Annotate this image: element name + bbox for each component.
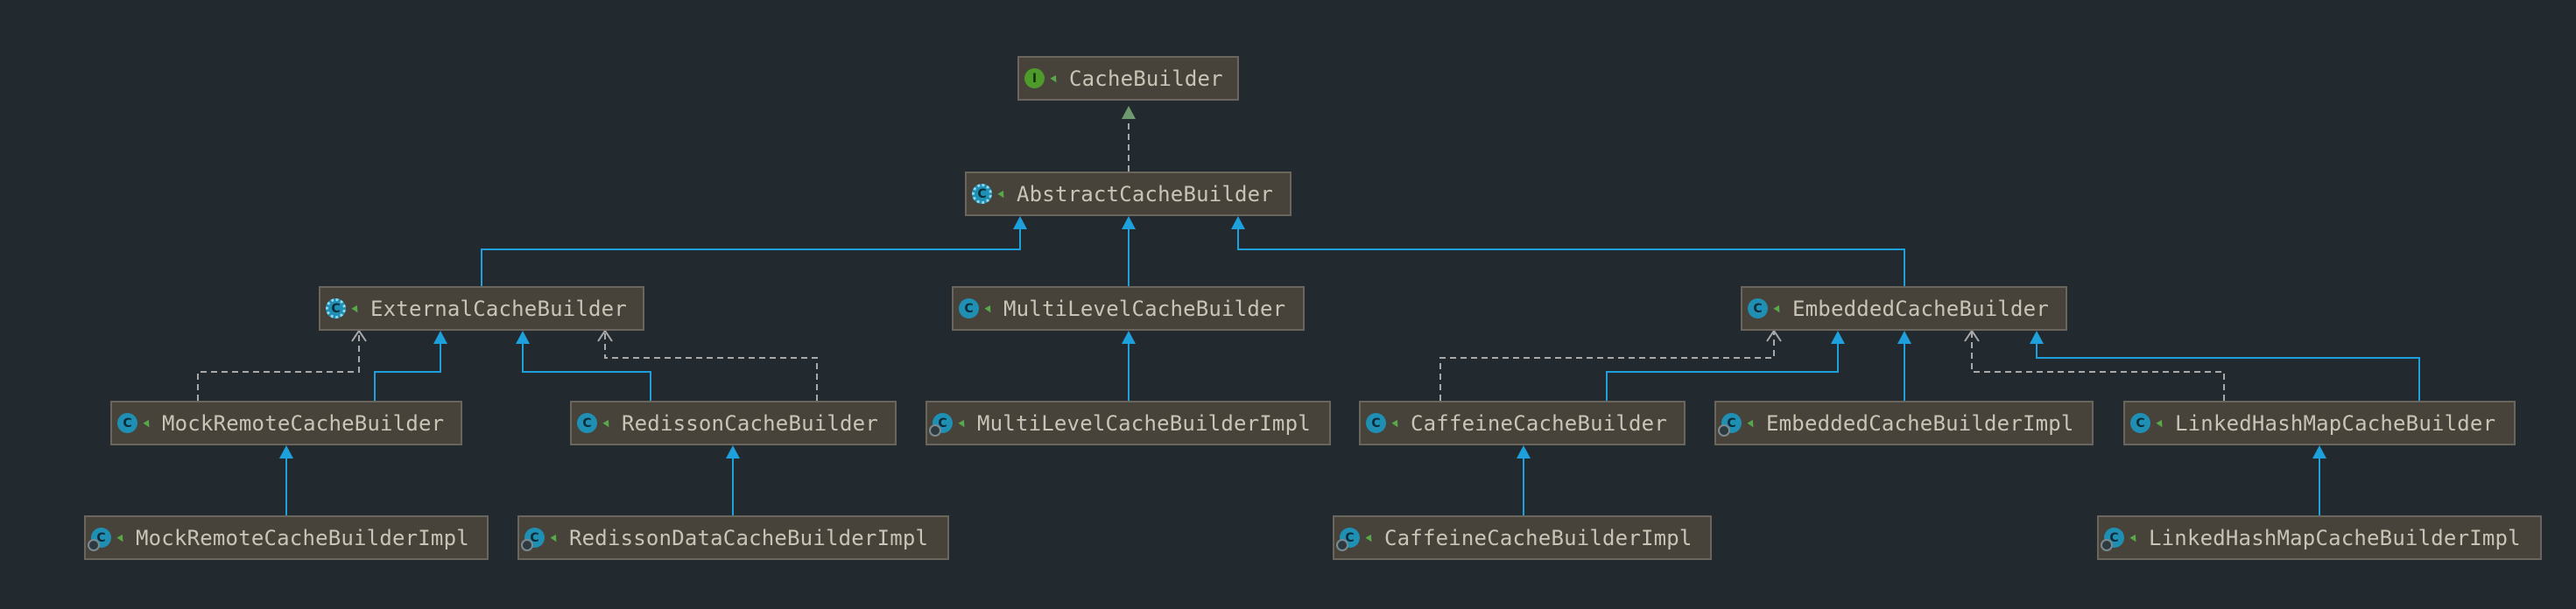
class-node-caffeine-cache-builder-impl[interactable]: C ▾ CaffeineCacheBuilderImpl xyxy=(1333,515,1712,560)
class-name-label: LinkedHashMapCacheBuilder xyxy=(2175,410,2496,436)
class-name-label: CaffeineCacheBuilderImpl xyxy=(1384,525,1693,550)
class-node-caffeine-cache-builder[interactable]: C ▾ CaffeineCacheBuilder xyxy=(1359,401,1686,445)
abstract-class-icon: C xyxy=(326,298,346,318)
static-class-icon: C xyxy=(1336,528,1360,551)
static-class-icon: C xyxy=(88,528,111,551)
class-icon: C xyxy=(2130,413,2150,433)
extends-arrowhead xyxy=(1517,445,1531,458)
kind-glyph: C xyxy=(123,416,132,430)
class-name-label: RedissonCacheBuilder xyxy=(622,410,878,436)
static-class-icon: C xyxy=(2101,528,2124,551)
class-name-label: MockRemoteCacheBuilder xyxy=(162,410,445,436)
abstract-class-icon: C xyxy=(972,184,992,204)
class-node-multi-level-cache-builder-impl[interactable]: C ▾ MultiLevelCacheBuilderImpl xyxy=(926,401,1331,445)
class-name-label: MultiLevelCacheBuilder xyxy=(1003,296,1286,321)
extends-arrowhead xyxy=(2312,445,2326,458)
static-marker-icon xyxy=(2101,539,2113,551)
class-name-label: MockRemoteCacheBuilderImpl xyxy=(136,525,469,550)
uml-class-diagram: I ▾ CacheBuilder C ▾ AbstractCacheBuilder C ▾ Ex… xyxy=(0,0,2576,609)
public-access-icon: ▾ xyxy=(114,528,128,547)
class-node-linked-hash-map-cache-builder-impl[interactable]: C ▾ LinkedHashMapCacheBuilderImpl xyxy=(2097,515,2542,560)
extends-arrowhead xyxy=(279,445,293,458)
edge-extends-mock-remote-cache-builder xyxy=(374,343,441,401)
class-name-label: EmbeddedCacheBuilderImpl xyxy=(1766,410,2074,436)
extends-arrowhead xyxy=(433,331,447,344)
public-access-icon: ▾ xyxy=(1047,69,1061,88)
class-name-label: CacheBuilder xyxy=(1069,66,1223,91)
class-name-label: CaffeineCacheBuilder xyxy=(1411,410,1667,436)
static-class-icon: C xyxy=(929,413,953,437)
class-icon: C xyxy=(1748,298,1768,318)
kind-glyph: C xyxy=(331,301,341,316)
kind-glyph: C xyxy=(964,301,974,316)
kind-glyph: C xyxy=(582,416,592,430)
class-node-multi-level-cache-builder[interactable]: C ▾ MultiLevelCacheBuilder xyxy=(952,286,1305,331)
extends-arrowhead xyxy=(1897,331,1911,344)
public-access-icon: ▾ xyxy=(1770,299,1784,318)
edge-extends-embedded-cache-builder xyxy=(1237,228,1905,286)
static-marker-icon xyxy=(88,539,100,551)
static-class-icon: C xyxy=(521,528,545,551)
extends-arrowhead xyxy=(1831,331,1845,344)
public-access-icon: ▾ xyxy=(982,299,996,318)
kind-glyph: C xyxy=(2136,416,2145,430)
public-access-icon: ▾ xyxy=(600,414,614,432)
edge-extends-redisson-cache-builder xyxy=(522,343,651,401)
class-name-label: AbstractCacheBuilder xyxy=(1017,181,1273,206)
edge-extends-caffeine-cache-builder xyxy=(1606,343,1839,401)
edge-dependency-linked-hash-map-cache-builder xyxy=(1971,331,2225,401)
implements-arrowhead xyxy=(1122,106,1136,119)
class-node-mock-remote-cache-builder-impl[interactable]: C ▾ MockRemoteCacheBuilderImpl xyxy=(84,515,489,560)
static-marker-icon xyxy=(1336,539,1348,551)
class-icon: C xyxy=(959,298,979,318)
class-icon: C xyxy=(1366,413,1386,433)
public-access-icon: ▾ xyxy=(1362,528,1376,547)
class-node-embedded-cache-builder[interactable]: C ▾ EmbeddedCacheBuilder xyxy=(1741,286,2067,331)
static-marker-icon xyxy=(521,539,533,551)
class-icon: C xyxy=(117,413,137,433)
class-node-cache-builder[interactable]: I ▾ CacheBuilder xyxy=(1017,56,1239,101)
extends-arrowhead xyxy=(516,331,530,344)
edge-dependency-mock-remote-cache-builder xyxy=(197,331,360,401)
static-marker-icon xyxy=(1718,424,1730,437)
public-access-icon: ▾ xyxy=(348,299,362,318)
static-class-icon: C xyxy=(1718,413,1742,437)
class-icon: C xyxy=(577,413,597,433)
extends-arrowhead xyxy=(1122,331,1136,344)
public-access-icon: ▾ xyxy=(547,528,561,547)
interface-icon: I xyxy=(1024,68,1045,88)
class-node-mock-remote-cache-builder[interactable]: C ▾ MockRemoteCacheBuilder xyxy=(110,401,462,445)
class-node-abstract-cache-builder[interactable]: C ▾ AbstractCacheBuilder xyxy=(965,172,1292,216)
class-name-label: EmbeddedCacheBuilder xyxy=(1792,296,2049,321)
class-node-redisson-cache-builder[interactable]: C ▾ RedissonCacheBuilder xyxy=(570,401,897,445)
edge-extends-external-cache-builder xyxy=(481,228,1021,286)
public-access-icon: ▾ xyxy=(140,414,154,432)
public-access-icon: ▾ xyxy=(1389,414,1403,432)
class-name-label: MultiLevelCacheBuilderImpl xyxy=(977,410,1311,436)
public-access-icon: ▾ xyxy=(1744,414,1758,432)
extends-arrowhead xyxy=(1231,216,1245,229)
kind-glyph: I xyxy=(1031,71,1038,86)
class-name-label: LinkedHashMapCacheBuilderImpl xyxy=(2149,525,2521,550)
public-access-icon: ▾ xyxy=(955,414,969,432)
kind-glyph: C xyxy=(977,186,987,201)
class-node-external-cache-builder[interactable]: C ▾ ExternalCacheBuilder xyxy=(319,286,644,331)
class-name-label: ExternalCacheBuilder xyxy=(370,296,627,321)
public-access-icon: ▾ xyxy=(995,185,1009,203)
public-access-icon: ▾ xyxy=(2127,528,2141,547)
edge-dependency-redisson-cache-builder xyxy=(604,331,818,401)
class-node-linked-hash-map-cache-builder[interactable]: C ▾ LinkedHashMapCacheBuilder xyxy=(2123,401,2516,445)
kind-glyph: C xyxy=(1371,416,1381,430)
extends-arrowhead xyxy=(726,445,740,458)
public-access-icon: ▾ xyxy=(2153,414,2167,432)
static-marker-icon xyxy=(929,424,941,437)
extends-arrowhead xyxy=(1122,216,1136,229)
kind-glyph: C xyxy=(1753,301,1763,316)
extends-arrowhead xyxy=(1013,216,1027,229)
extends-arrowhead xyxy=(2030,331,2044,344)
class-node-embedded-cache-builder-impl[interactable]: C ▾ EmbeddedCacheBuilderImpl xyxy=(1714,401,2094,445)
class-name-label: RedissonDataCacheBuilderImpl xyxy=(569,525,929,550)
class-node-redisson-data-cache-builder-impl[interactable]: C ▾ RedissonDataCacheBuilderImpl xyxy=(517,515,949,560)
